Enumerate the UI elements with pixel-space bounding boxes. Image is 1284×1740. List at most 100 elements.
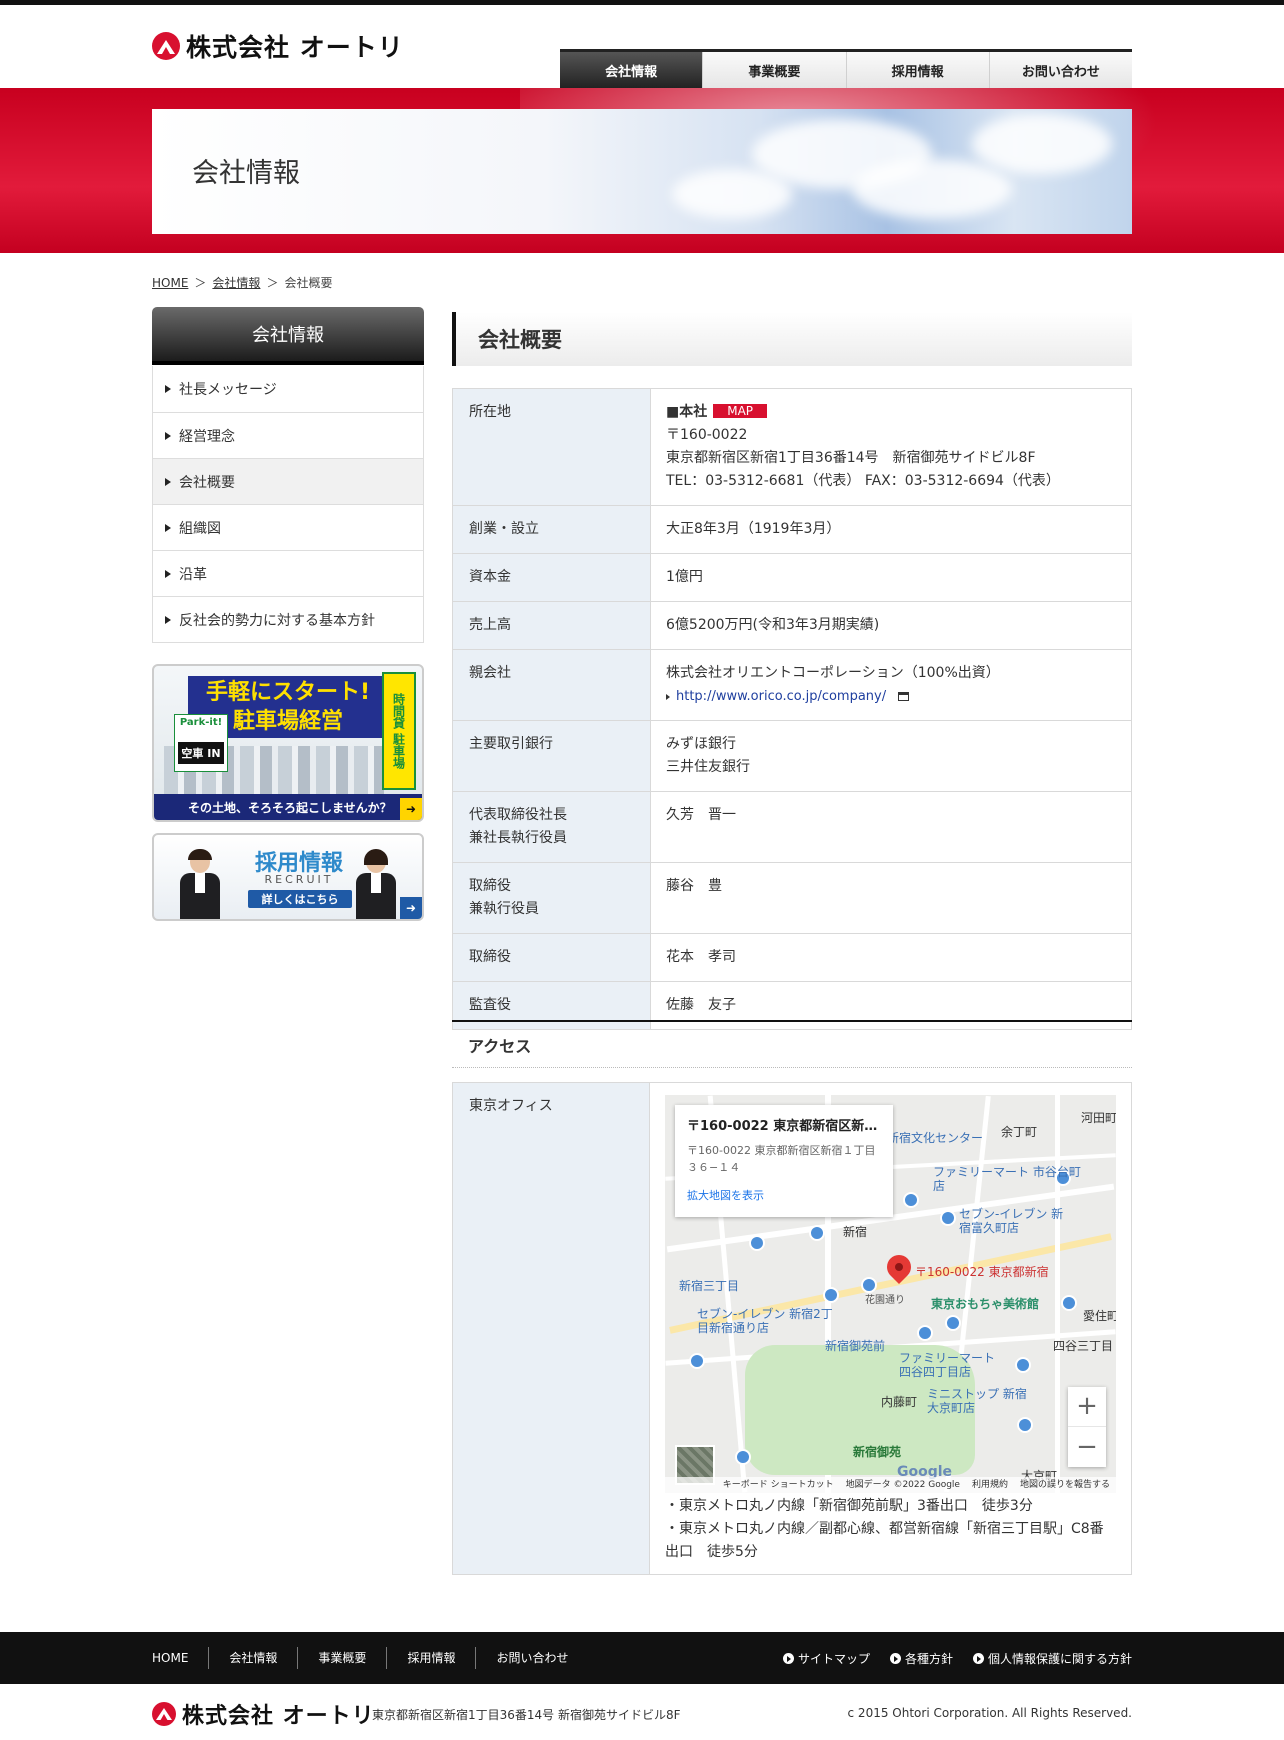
footer-link-company[interactable]: 会社情報 <box>208 1647 297 1669</box>
person-shirt <box>371 873 381 893</box>
sidebar-item-antisocial-policy[interactable]: 反社会的勢力に対する基本方針 <box>153 596 423 642</box>
poi-pin-icon <box>1061 1295 1077 1311</box>
global-nav: 会社情報 事業概要 採用情報 お問い合わせ <box>560 49 1132 88</box>
footer-link-recruit[interactable]: 採用情報 <box>386 1647 475 1669</box>
row-label-line: 取締役 <box>469 878 511 894</box>
parent-company-url[interactable]: http://www.orico.co.jp/company/ <box>676 685 886 708</box>
map-card-address: 〒160-0022 東京都新宿区新宿１丁目３６−１４ <box>687 1144 876 1174</box>
table-row: 資本金 1億円 <box>452 553 1132 602</box>
keyboard-shortcuts-link[interactable]: キーボード ショートカット <box>723 1474 834 1494</box>
head-office-label: ■本社 <box>666 404 708 420</box>
businessman-image <box>176 849 224 919</box>
map-button[interactable]: MAP <box>713 404 768 418</box>
nav-contact[interactable]: お問い合わせ <box>989 52 1132 88</box>
row-label: 取締役 <box>452 933 651 982</box>
footer-logo[interactable]: 株式会社 オートリ <box>152 1698 375 1730</box>
table-row: 所在地 ■本社 MAP 〒160-0022 東京都新宿区新宿1丁目36番14号 新… <box>452 388 1132 506</box>
map-label: 新宿三丁目 <box>679 1279 740 1293</box>
poi-pin-icon <box>823 1287 839 1303</box>
recruit-banner-sub: RECRUIT <box>264 873 334 886</box>
recruit-banner[interactable]: 採用情報 RECRUIT 詳しくはこちら ➜ <box>152 833 424 921</box>
poi-pin-icon <box>809 1225 825 1241</box>
site-logo[interactable]: 株式会社 オートリ <box>152 28 404 64</box>
table-row: 東京オフィス 新宿文化センター 余丁町 河田町 ファミリーマート 市谷台町店 セ… <box>452 1082 1132 1575</box>
map-label: セブン-イレブン 新宿富久町店 <box>959 1207 1064 1235</box>
map-label: ファミリーマート 市谷台町店 <box>933 1165 1081 1193</box>
footer-sub-label: 個人情報保護に関する方針 <box>987 1651 1132 1666</box>
map-label: 河田町 <box>1081 1111 1116 1125</box>
sidebar-item-overview[interactable]: 会社概要 <box>153 458 423 504</box>
sidebar-menu: 社長メッセージ 経営理念 会社概要 組織図 沿革 反社会的勢力に対する基本方針 <box>152 366 424 643</box>
hero-banner: 会社情報 <box>152 109 1132 234</box>
businesswoman-image <box>352 849 400 919</box>
person-hair <box>188 849 212 860</box>
footer-sub-label: 各種方針 <box>904 1651 953 1666</box>
map-label: セブン-イレブン 新宿2丁目新宿通り店 <box>697 1307 833 1335</box>
map-zoom-control: + − <box>1068 1387 1106 1467</box>
bank-name: みずほ銀行 <box>666 736 736 752</box>
map-label: 内藤町 <box>881 1395 918 1409</box>
google-map[interactable]: 新宿文化センター 余丁町 河田町 ファミリーマート 市谷台町店 セブン-イレブン… <box>665 1095 1116 1493</box>
footer-address: 東京都新宿区新宿1丁目36番14号 新宿御苑サイドビル8F <box>372 1708 681 1722</box>
cloud-shape <box>672 169 792 219</box>
map-label: 新宿御苑 <box>853 1445 902 1459</box>
poi-pin-icon <box>940 1210 956 1226</box>
row-value: 大正8年3月（1919年3月） <box>650 505 1132 554</box>
row-value: 6億5200万円(令和3年3月期実績) <box>650 601 1132 650</box>
row-label: 代表取締役社長 兼社長執行役員 <box>452 791 651 863</box>
sidebar-item-philosophy[interactable]: 経営理念 <box>153 412 423 458</box>
parkit-in-sign: 空車 IN <box>178 742 224 764</box>
footer-link-sitemap[interactable]: サイトマップ <box>782 1650 870 1667</box>
person-shirt <box>195 873 205 893</box>
external-window-icon <box>898 692 910 701</box>
sidebar-item-message[interactable]: 社長メッセージ <box>153 366 423 412</box>
footer-link-home[interactable]: HOME <box>152 1647 208 1669</box>
breadcrumb-home[interactable]: HOME <box>152 276 188 290</box>
footer-link-privacy[interactable]: 個人情報保護に関する方針 <box>972 1650 1132 1667</box>
address: 東京都新宿区新宿1丁目36番14号 新宿御苑サイドビル8F <box>666 450 1036 466</box>
row-label: 主要取引銀行 <box>452 720 651 792</box>
access-line: ・東京メトロ丸ノ内線／副都心線、都営新宿線「新宿三丁目駅」C8番出口 徒歩5分 <box>665 1521 1104 1560</box>
pin-label: 〒160-0022 東京都新宿 <box>915 1265 1049 1279</box>
row-value: みずほ銀行 三井住友銀行 <box>650 720 1132 792</box>
recruit-banner-button: 詳しくはこちら <box>248 890 352 908</box>
phone-fax: TEL：03-5312-6681（代表） FAX：03-5312-6694（代表… <box>666 473 1060 489</box>
access-table: 東京オフィス 新宿文化センター 余丁町 河田町 ファミリーマート 市谷台町店 セ… <box>452 1082 1132 1575</box>
view-larger-map-link[interactable]: 拡大地図を表示 <box>687 1184 881 1207</box>
poi-pin-icon <box>749 1235 765 1251</box>
breadcrumb-company[interactable]: 会社情報 <box>212 274 260 291</box>
zoom-out-button[interactable]: − <box>1068 1427 1106 1467</box>
parking-banner-caption: その土地、そろそろ起こしませんか？ <box>154 794 422 820</box>
access-line: ・東京メトロ丸ノ内線「新宿御苑前駅」3番出口 徒歩3分 <box>665 1498 1033 1514</box>
map-info-card: 〒160-0022 東京都新宿区新宿… 〒160-0022 東京都新宿区新宿１丁… <box>675 1105 893 1217</box>
access-title: アクセス <box>452 1020 1132 1068</box>
nav-business[interactable]: 事業概要 <box>703 52 847 88</box>
footer-link-contact[interactable]: お問い合わせ <box>475 1647 588 1669</box>
report-error-link[interactable]: 地図の誤りを報告する <box>1020 1474 1110 1494</box>
sidebar-title: 会社情報 <box>152 307 424 365</box>
poi-pin-icon <box>689 1353 705 1369</box>
row-label: 所在地 <box>452 388 651 506</box>
breadcrumb-current: 会社概要 <box>284 276 333 290</box>
parking-banner[interactable]: 手軽にスタート! 駐車場経営 Park-it! 空車 IN 時間貸 駐車場 その… <box>152 664 424 822</box>
map-data-credit: 地図データ ©2022 Google <box>845 1479 960 1490</box>
sidebar-item-organization[interactable]: 組織図 <box>153 504 423 550</box>
map-label: 新宿 <box>843 1225 868 1239</box>
zoom-in-button[interactable]: + <box>1068 1387 1106 1427</box>
terms-link[interactable]: 利用規約 <box>972 1474 1008 1494</box>
breadcrumb-separator: ＞ <box>266 276 279 290</box>
table-row: 主要取引銀行 みずほ銀行 三井住友銀行 <box>452 720 1132 792</box>
sidebar-item-history[interactable]: 沿革 <box>153 550 423 596</box>
footer-link-policies[interactable]: 各種方針 <box>889 1650 953 1667</box>
footer-link-business[interactable]: 事業概要 <box>297 1647 386 1669</box>
poi-pin-icon <box>1015 1357 1031 1373</box>
nav-company[interactable]: 会社情報 <box>560 52 704 88</box>
page-title: 会社情報 <box>192 158 300 189</box>
parent-company-link[interactable]: http://www.orico.co.jp/company/ <box>666 685 1116 708</box>
row-label: 売上高 <box>452 601 651 650</box>
row-label: 資本金 <box>452 553 651 602</box>
hourly-parking-strip: 時間貸 駐車場 <box>382 672 416 790</box>
nav-recruit[interactable]: 採用情報 <box>846 52 990 88</box>
circle-arrow-icon <box>889 1652 901 1664</box>
row-value: 花本 孝司 <box>650 933 1132 982</box>
